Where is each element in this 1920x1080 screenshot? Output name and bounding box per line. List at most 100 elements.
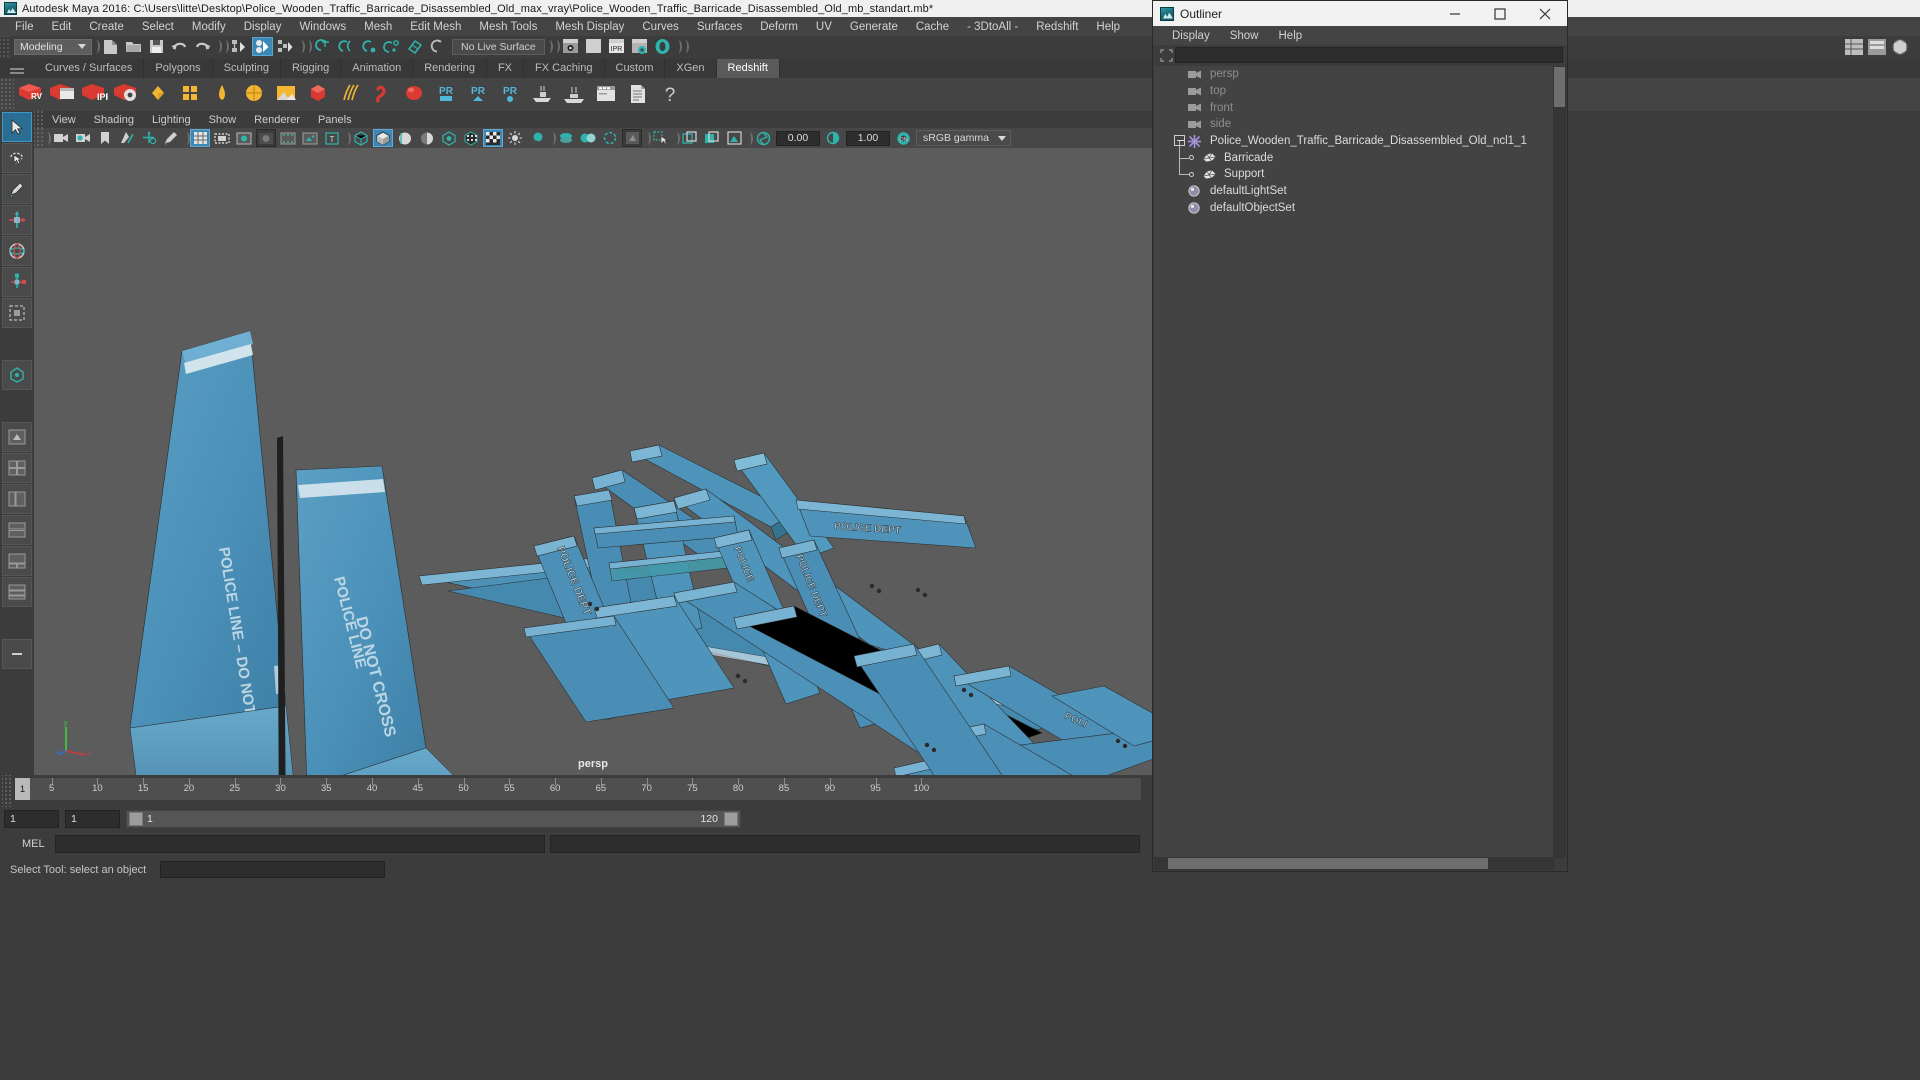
outliner-item-barricade[interactable]: Barricade bbox=[1154, 140, 1554, 166]
shelf-tab-sculpting[interactable]: Sculpting bbox=[213, 59, 281, 78]
viewport-menu-panels[interactable]: Panels bbox=[309, 113, 361, 127]
shelf-grip[interactable] bbox=[0, 78, 14, 111]
new-scene-icon[interactable] bbox=[100, 37, 121, 56]
snap-curve-icon[interactable] bbox=[335, 37, 356, 56]
shelf-tab-redshift[interactable]: Redshift bbox=[716, 59, 780, 78]
menu-item-file[interactable]: File bbox=[6, 19, 43, 35]
menu-item-deform[interactable]: Deform bbox=[751, 19, 807, 35]
shaded-xray-icon[interactable] bbox=[461, 129, 481, 147]
shadows-icon[interactable] bbox=[527, 129, 547, 147]
make-live-icon[interactable] bbox=[427, 37, 448, 56]
outliner-item-defaultlightset[interactable]: defaultLightSet bbox=[1154, 183, 1554, 200]
pr-icon-2[interactable]: PR bbox=[463, 80, 493, 110]
search-filter-icon[interactable] bbox=[1157, 47, 1175, 63]
shelf-tab-polygons[interactable]: Polygons bbox=[144, 59, 213, 78]
notes-icon[interactable] bbox=[623, 80, 653, 110]
viewport-toolbar-grip[interactable] bbox=[34, 128, 43, 148]
render-sequence-icon[interactable] bbox=[583, 37, 604, 56]
isolate-select-icon[interactable] bbox=[622, 129, 642, 147]
color-space-selector[interactable]: sRGB gamma bbox=[916, 130, 1011, 146]
outliner-menu-show[interactable]: Show bbox=[1220, 28, 1269, 44]
shelf-menu-icon[interactable] bbox=[0, 59, 34, 78]
redshift-curve-icon[interactable] bbox=[367, 80, 397, 110]
display-layer-3-icon[interactable] bbox=[724, 129, 744, 147]
screen-space-ao-icon[interactable] bbox=[556, 129, 576, 147]
render-ui-icon[interactable] bbox=[591, 80, 621, 110]
maximize-icon[interactable] bbox=[1477, 1, 1522, 26]
grid-toggle-icon[interactable] bbox=[190, 129, 210, 147]
menu-item-display[interactable]: Display bbox=[235, 19, 291, 35]
outliner-tree[interactable]: persp top front side Police_Wooden_Traffic_B… bbox=[1154, 66, 1554, 858]
menu-item-redshift[interactable]: Redshift bbox=[1027, 19, 1087, 35]
render-view-icon[interactable] bbox=[652, 37, 673, 56]
menu-item-help[interactable]: Help bbox=[1087, 19, 1129, 35]
help-line-field[interactable] bbox=[160, 861, 386, 878]
redshift-render-sequence-icon[interactable] bbox=[47, 80, 77, 110]
image-plane-icon[interactable] bbox=[117, 129, 137, 147]
modeling-toolkit-icon[interactable] bbox=[1890, 38, 1910, 56]
menu-item-cache[interactable]: Cache bbox=[907, 19, 958, 35]
menu-item-mesh[interactable]: Mesh bbox=[355, 19, 401, 35]
range-start-field[interactable]: 1 bbox=[4, 810, 59, 828]
exposure-field[interactable]: 0.00 bbox=[776, 130, 820, 146]
outliner-vertical-scrollbar[interactable] bbox=[1553, 66, 1566, 858]
minimize-icon[interactable] bbox=[1432, 1, 1477, 26]
outliner-item-police-wooden-traffic-barricade-disassembled-old-ncl1-1[interactable]: Police_Wooden_Traffic_Barricade_Disassem… bbox=[1154, 133, 1554, 150]
xray-active-components-icon[interactable] bbox=[483, 129, 503, 147]
open-scene-icon[interactable] bbox=[123, 37, 144, 56]
rotate-tool[interactable] bbox=[2, 236, 32, 266]
lasso-select-tool[interactable] bbox=[2, 143, 32, 173]
ipr-render-icon[interactable]: IPR bbox=[606, 37, 627, 56]
render-settings-icon[interactable] bbox=[629, 37, 650, 56]
snap-projected-center-icon[interactable] bbox=[381, 37, 402, 56]
last-tool-used[interactable] bbox=[2, 298, 32, 328]
lighting-icon[interactable] bbox=[505, 129, 525, 147]
quick-layout-persp-hypershade[interactable] bbox=[2, 546, 32, 576]
range-slider-track[interactable]: 1 120 bbox=[126, 810, 741, 828]
outliner-search-input[interactable] bbox=[1175, 47, 1563, 63]
show-manipulator-tool[interactable] bbox=[2, 360, 32, 390]
viewport-canvas[interactable]: POLICE LINE – DO NOT CROSS POLICE LINE D… bbox=[34, 148, 1152, 775]
menu-item-mesh-display[interactable]: Mesh Display bbox=[546, 19, 633, 35]
close-icon[interactable] bbox=[1522, 1, 1567, 26]
select-hierarchy-icon[interactable] bbox=[229, 37, 250, 56]
shelf-tab-curves-surfaces[interactable]: Curves / Surfaces bbox=[34, 59, 145, 78]
animation-start-field[interactable]: 1 bbox=[65, 810, 120, 828]
menu-item-uv[interactable]: UV bbox=[807, 19, 841, 35]
quick-layout-persp-uv[interactable] bbox=[2, 577, 32, 607]
motion-blur-icon[interactable] bbox=[578, 129, 598, 147]
menu-item-select[interactable]: Select bbox=[133, 19, 183, 35]
shelf-tab-fx-caching[interactable]: FX Caching bbox=[524, 59, 605, 78]
redshift-hair-icon[interactable] bbox=[335, 80, 365, 110]
snap-point-icon[interactable] bbox=[358, 37, 379, 56]
menu-item-edit-mesh[interactable]: Edit Mesh bbox=[401, 19, 470, 35]
redshift-material-icon[interactable] bbox=[175, 80, 205, 110]
smooth-shade-icon[interactable] bbox=[373, 129, 393, 147]
shelf-tab-custom[interactable]: Custom bbox=[605, 59, 666, 78]
menu-item-create[interactable]: Create bbox=[80, 19, 133, 35]
redshift-volume-icon[interactable] bbox=[303, 80, 333, 110]
outliner-item-side[interactable]: side bbox=[1154, 116, 1554, 133]
quick-layout-persp-graph[interactable] bbox=[2, 515, 32, 545]
time-slider-grip[interactable] bbox=[2, 775, 11, 807]
pr-icon-3[interactable]: PR bbox=[495, 80, 525, 110]
channel-box-icon[interactable] bbox=[1844, 38, 1864, 56]
shelf-tab-rendering[interactable]: Rendering bbox=[413, 59, 487, 78]
redshift-environment-icon[interactable] bbox=[271, 80, 301, 110]
gate-mask-icon[interactable] bbox=[256, 129, 276, 147]
quick-layout-more[interactable] bbox=[2, 639, 32, 669]
outliner-item-persp[interactable]: persp bbox=[1154, 66, 1554, 83]
safe-action-icon[interactable] bbox=[300, 129, 320, 147]
multisample-icon[interactable] bbox=[600, 129, 620, 147]
shaded-wireframe-icon[interactable] bbox=[395, 129, 415, 147]
gamma-field[interactable]: 1.00 bbox=[846, 130, 890, 146]
help-icon[interactable]: ? bbox=[655, 80, 685, 110]
scale-tool[interactable] bbox=[2, 267, 32, 297]
wireframe-icon[interactable] bbox=[351, 129, 371, 147]
save-scene-icon[interactable] bbox=[146, 37, 167, 56]
redshift-settings-icon[interactable] bbox=[111, 80, 141, 110]
outliner-item-defaultobjectset[interactable]: defaultObjectSet bbox=[1154, 200, 1554, 217]
menu-item-generate[interactable]: Generate bbox=[841, 19, 907, 35]
texture-border-icon[interactable]: T bbox=[322, 129, 342, 147]
menu-item-curves[interactable]: Curves bbox=[633, 19, 687, 35]
